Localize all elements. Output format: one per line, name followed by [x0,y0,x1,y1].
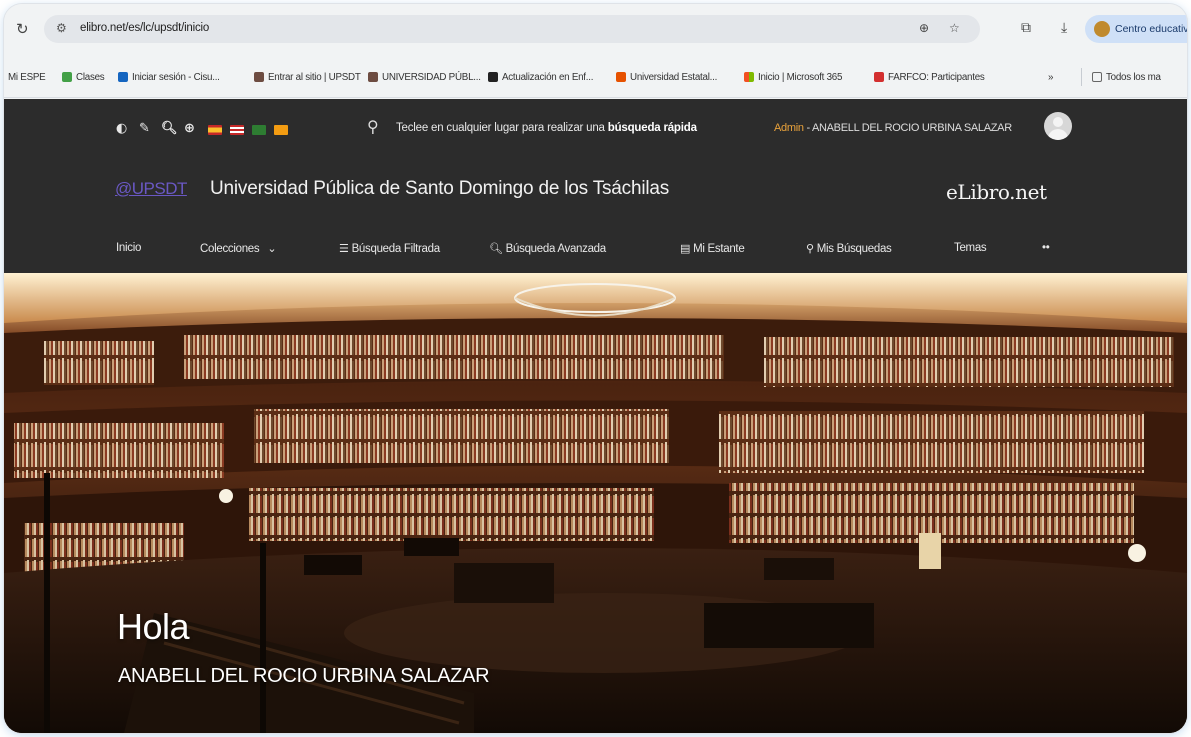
bookmark-favicon-icon [616,72,626,82]
omnibox[interactable]: ⚙ elibro.net/es/lc/upsdt/inicio ⊕ ☆ [44,15,980,43]
reload-icon[interactable]: ↻ [16,20,29,38]
folder-icon [1092,72,1102,82]
bookmark-item[interactable]: UNIVERSIDAD PÚBL... [368,70,481,84]
url-text[interactable]: elibro.net/es/lc/upsdt/inicio [80,22,209,34]
spanish-flag-icon[interactable] [208,125,222,135]
filter-icon: ☰ [339,242,349,255]
bookmark-item[interactable]: Iniciar sesión - Cisu... [118,70,220,84]
english-flag-icon[interactable] [230,125,244,135]
extensions-icon[interactable]: ⧉ [1021,20,1031,36]
bookmark-favicon-icon [744,72,754,82]
bookmarks-bar: Mi ESPE Clases Iniciar sesión - Cisu... … [4,54,1187,98]
bookmark-item[interactable]: Universidad Estatal... [616,70,717,84]
bookmark-favicon-icon [62,72,72,82]
university-name: Universidad Pública de Santo Domingo de … [210,178,670,199]
site-header: @UPSDT Universidad Pública de Santo Domi… [4,157,1187,227]
french-flag-icon[interactable] [274,125,288,135]
bookmark-item[interactable]: Inicio | Microsoft 365 [744,70,842,84]
site-page: ◐ ✎ 🔍︎ ⊕ ⚲ Teclee en cualquier lugar par… [4,99,1187,733]
nav-colecciones[interactable]: Colecciones ⌄ [200,242,279,255]
pencil-icon[interactable]: ✎ [139,121,150,136]
nav-inicio[interactable]: Inicio [116,242,141,254]
elibro-logo[interactable]: eLibro.net [946,180,1047,204]
bookshelf-icon: ▤ [680,242,691,255]
greeting-name: ANABELL DEL ROCIO URBINA SALAZAR [118,665,490,687]
search-icon: 🔍︎ [489,242,503,255]
address-bar-row: ↻ ⚙ elibro.net/es/lc/upsdt/inicio ⊕ ☆ ⧉ … [4,4,1187,54]
user-avatar[interactable] [1044,112,1072,140]
profile-label: Centro educativ [1115,23,1187,35]
library-image [4,273,1187,733]
translate-icon[interactable]: ⊕ [919,21,929,35]
nav-busqueda-filtrada[interactable]: ☰ Búsqueda Filtrada [339,242,440,255]
browser-window: ↻ ⚙ elibro.net/es/lc/upsdt/inicio ⊕ ☆ ⧉ … [4,4,1187,733]
bookmark-star-icon[interactable]: ☆ [949,21,960,35]
download-icon[interactable]: ⤓ [1061,20,1067,36]
bookmark-favicon-icon [368,72,378,82]
search-icon: ⚲ [806,242,814,255]
site-settings-icon[interactable]: ⚙ [56,21,67,35]
nav-more[interactable]: •• [1042,242,1050,254]
accessibility-bar: ◐ ✎ 🔍︎ ⊕ ⚲ Teclee en cualquier lugar par… [4,99,1187,157]
bookmark-item[interactable]: Actualización en Enf... [488,70,593,84]
chevron-down-icon: ⌄ [267,242,277,255]
bookmark-item[interactable]: FARFCO: Participantes [874,70,985,84]
main-nav: Inicio Colecciones ⌄ ☰ Búsqueda Filtrada 🔍… [4,227,1187,273]
all-bookmarks-button[interactable]: Todos los ma [1092,70,1161,84]
contrast-icon[interactable]: ◐ [116,121,127,136]
institution-logo[interactable]: @UPSDT [115,179,187,199]
bookmark-favicon-icon [254,72,264,82]
nav-mis-busquedas[interactable]: ⚲ Mis Búsquedas [806,242,892,255]
zoom-out-icon[interactable]: 🔍︎ [161,121,178,136]
profile-button[interactable]: Centro educativ [1085,15,1187,43]
bookmark-item[interactable]: Clases [62,70,105,84]
hero-banner: Hola ANABELL DEL ROCIO URBINA SALAZAR [4,273,1187,733]
portuguese-flag-icon[interactable] [252,125,266,135]
nav-mi-estante[interactable]: ▤ Mi Estante [680,242,745,255]
bookmark-favicon-icon [874,72,884,82]
bookmark-favicon-icon [118,72,128,82]
bookmark-favicon-icon [488,72,498,82]
bookmark-item[interactable]: Entrar al sitio | UPSDT [254,70,361,84]
zoom-in-icon[interactable]: ⊕ [184,121,195,136]
more-bookmarks-button[interactable]: » [1048,70,1053,84]
profile-avatar [1094,21,1110,37]
admin-user[interactable]: Admin - ANABELL DEL ROCIO URBINA SALAZAR [774,122,1012,134]
divider [1081,68,1082,86]
search-icon[interactable]: ⚲ [367,117,379,136]
bookmark-item[interactable]: Mi ESPE [8,70,46,84]
greeting-heading: Hola [117,606,190,647]
quick-search-hint: Teclee en cualquier lugar para realizar … [396,122,697,134]
nav-busqueda-avanzada[interactable]: 🔍︎ Búsqueda Avanzada [489,242,606,255]
nav-temas[interactable]: Temas [954,242,987,254]
